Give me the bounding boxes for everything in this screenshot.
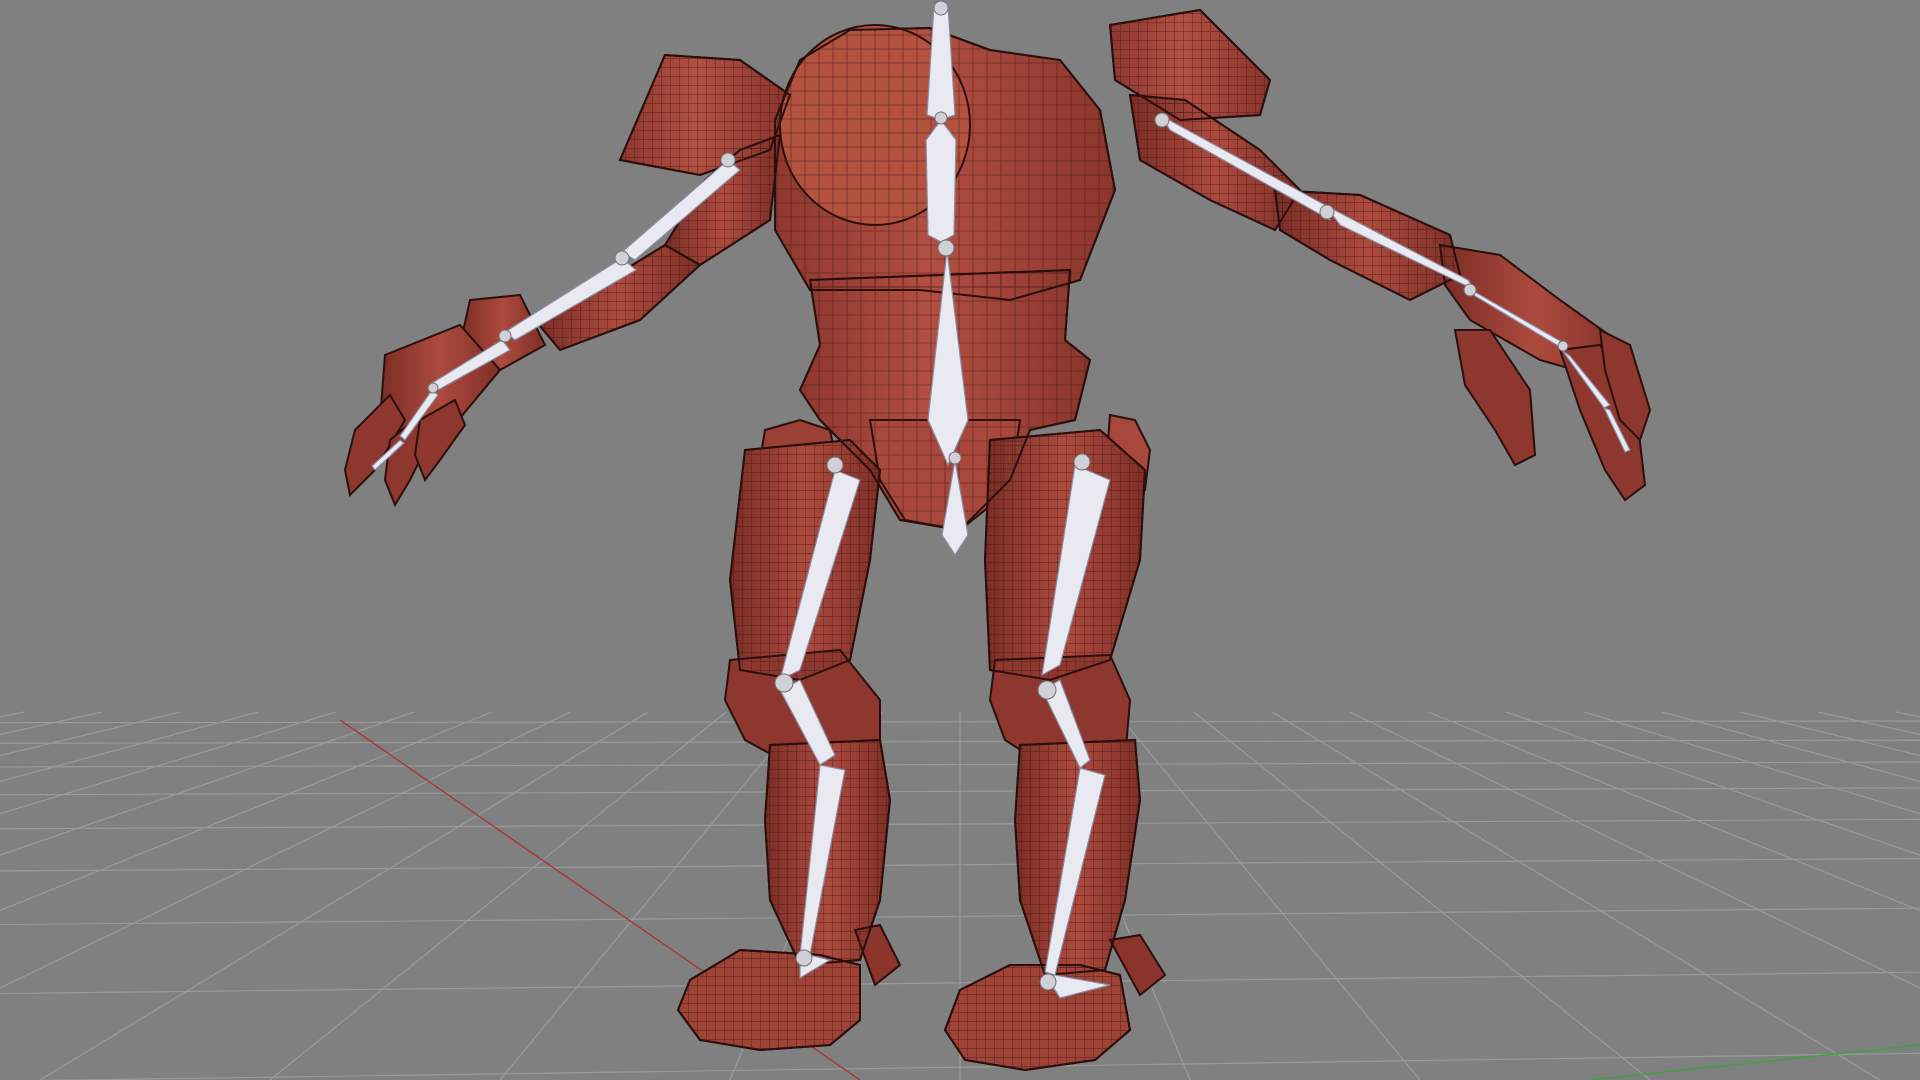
joint-left-wrist[interactable] xyxy=(498,329,512,343)
bone-neck[interactable] xyxy=(926,4,956,121)
wireframe-overlay xyxy=(533,8,1462,1072)
joint-left-knee[interactable] xyxy=(774,673,794,693)
grid-column-line xyxy=(269,711,727,1080)
joint-hip[interactable] xyxy=(948,451,962,465)
3d-viewport[interactable] xyxy=(0,0,1920,1080)
joint-left-ankle[interactable] xyxy=(795,949,813,967)
joint-right-knee[interactable] xyxy=(1037,680,1057,700)
grid-column-line xyxy=(1349,711,1920,989)
bone-chest[interactable] xyxy=(925,119,957,243)
robot-mesh[interactable] xyxy=(343,8,1652,1072)
grid-column-line xyxy=(1505,711,1920,856)
joint-head[interactable] xyxy=(933,0,949,16)
joint-right-ankle[interactable] xyxy=(1039,973,1057,991)
joint-chest[interactable] xyxy=(937,239,955,257)
joint-right-elbow[interactable] xyxy=(1319,204,1335,220)
joint-right-wrist[interactable] xyxy=(1463,283,1477,297)
viewport-canvas[interactable] xyxy=(0,0,1920,1080)
grid-column-line xyxy=(1271,711,1881,1080)
joint-left-knuckle[interactable] xyxy=(427,382,439,394)
joint-right-hip[interactable] xyxy=(1073,453,1091,471)
joint-right-knuckle[interactable] xyxy=(1557,340,1569,352)
grid-column-line xyxy=(1895,711,1920,718)
joint-right-shoulder[interactable] xyxy=(1154,112,1170,128)
grid-column-line xyxy=(1115,711,1421,1080)
grid-column-line xyxy=(1583,711,1920,815)
grid-column-line xyxy=(1193,711,1651,1080)
grid-column-line xyxy=(1661,711,1920,783)
joint-neck[interactable] xyxy=(934,111,948,125)
joint-left-elbow[interactable] xyxy=(614,250,630,266)
joint-left-hip[interactable] xyxy=(826,456,844,474)
joint-left-shoulder[interactable] xyxy=(720,152,736,168)
grid-column-line xyxy=(1427,711,1920,912)
